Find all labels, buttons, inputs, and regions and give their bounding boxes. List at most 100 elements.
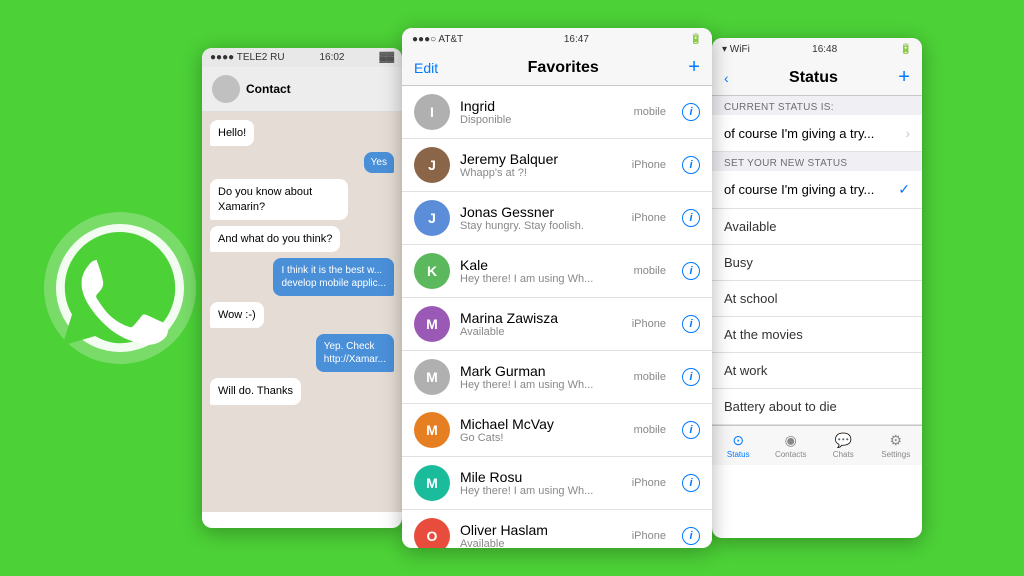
contact-status: Hey there! I am using Wh... — [460, 379, 624, 391]
back-button[interactable]: ‹ — [724, 70, 729, 86]
tab3-settings-icon: ⚙ — [889, 432, 902, 449]
phone1-carrier: ●●●● TELE2 RU — [210, 52, 285, 63]
avatar: M — [414, 412, 450, 448]
contact-status: Hey there! I am using Wh... — [460, 485, 622, 497]
message-3: Do you know about Xamarin? — [210, 179, 348, 220]
avatar: J — [414, 200, 450, 236]
phone-favorites: ●●●○ AT&T 16:47 🔋 Edit Favorites + IIngr… — [402, 28, 712, 548]
tab3-status[interactable]: ⊙ Status — [712, 430, 765, 461]
contact-status: Go Cats! — [460, 432, 624, 444]
favorites-list: I IngridDisponible mobile i J Jeremy BalquerW… — [402, 86, 712, 548]
info-icon[interactable]: i — [682, 262, 700, 280]
info-icon[interactable]: i — [682, 368, 700, 386]
contact-item[interactable]: OOliver HaslamAvailableiPhonei — [402, 510, 712, 548]
whatsapp-logo — [40, 208, 200, 368]
phone2-battery: 🔋 — [690, 34, 702, 45]
contact-item[interactable]: MMile RosuHey there! I am using Wh...iPh… — [402, 457, 712, 510]
phone3-wifi: ▾ WiFi — [722, 44, 750, 55]
info-icon[interactable]: i — [682, 527, 700, 545]
favorites-title: Favorites — [528, 59, 599, 77]
status-option-battery[interactable]: Battery about to die — [712, 389, 922, 425]
tab3-status-icon: ⊙ — [732, 432, 744, 449]
phone1-signal: ▓▓ — [379, 52, 394, 63]
phone3-time: 16:48 — [812, 44, 837, 55]
chat-contact-name: Contact — [246, 82, 291, 96]
contact-status: Disponible — [460, 114, 624, 126]
contact-name: Michael McVay — [460, 416, 624, 432]
status-options-list: Available Busy At school At the movies A… — [712, 209, 922, 425]
message-4: And what do you think? — [210, 226, 340, 252]
info-icon[interactable]: i — [682, 421, 700, 439]
tab3-chats-label: Chats — [833, 450, 854, 459]
message-5: I think it is the best w...develop mobil… — [273, 258, 394, 296]
tab3-settings[interactable]: ⚙ Settings — [870, 430, 923, 461]
message-1: Hello! — [210, 120, 254, 146]
chat-avatar — [212, 75, 240, 103]
contact-info: Jeremy BalquerWhapp's at ?! — [460, 151, 622, 179]
contact-item[interactable]: MMarina ZawiszaAvailableiPhonei — [402, 298, 712, 351]
status-content: CURRENT STATUS IS: of course I'm giving … — [712, 96, 922, 425]
contact-item[interactable]: J Jonas GessnerStay hungry. Stay foolish.… — [402, 192, 712, 245]
contact-info: Marina ZawiszaAvailable — [460, 310, 622, 338]
info-icon[interactable]: i — [682, 156, 700, 174]
message-8: Will do. Thanks — [210, 378, 301, 404]
status-option-available[interactable]: Available — [712, 209, 922, 245]
current-status-label: CURRENT STATUS IS: — [712, 96, 922, 115]
phone1-time: 16:02 — [319, 52, 344, 63]
tab3-chats[interactable]: 💬 Chats — [817, 430, 870, 461]
current-status-text: of course I'm giving a try... — [724, 126, 905, 141]
phone3-nav-bar: ‹ Status + — [712, 60, 922, 96]
avatar: M — [414, 359, 450, 395]
contact-info: Michael McVayGo Cats! — [460, 416, 624, 444]
info-icon[interactable]: i — [682, 315, 700, 333]
contact-name: Mile Rosu — [460, 469, 622, 485]
new-status-item[interactable]: of course I'm giving a try... ✓ — [712, 171, 922, 209]
contact-item[interactable]: I IngridDisponible mobile i — [402, 86, 712, 139]
avatar: I — [414, 94, 450, 130]
contact-name: Marina Zawisza — [460, 310, 622, 326]
tab3-settings-label: Settings — [881, 450, 910, 459]
status-option-movies[interactable]: At the movies — [712, 317, 922, 353]
contact-type: mobile — [634, 106, 666, 118]
current-status-item: of course I'm giving a try... › — [712, 115, 922, 152]
contact-info: Jonas GessnerStay hungry. Stay foolish. — [460, 204, 622, 232]
contact-item[interactable]: M Mark GurmanHey there! I am using Wh... m… — [402, 351, 712, 404]
avatar: J — [414, 147, 450, 183]
phone2-time: 16:47 — [564, 34, 589, 45]
checkmark-icon: ✓ — [898, 181, 910, 198]
edit-button[interactable]: Edit — [414, 60, 438, 76]
contact-status: Stay hungry. Stay foolish. — [460, 220, 622, 232]
info-icon[interactable]: i — [682, 474, 700, 492]
phone3-status-bar: ▾ WiFi 16:48 🔋 — [712, 38, 922, 60]
contact-info: Mile RosuHey there! I am using Wh... — [460, 469, 622, 497]
contact-type: iPhone — [632, 530, 666, 542]
tab3-contacts-icon: ◉ — [785, 432, 797, 449]
phone1-status-bar: ●●●● TELE2 RU 16:02 ▓▓ — [202, 48, 402, 67]
contact-item[interactable]: J Jeremy BalquerWhapp's at ?! iPhone i — [402, 139, 712, 192]
avatar: M — [414, 465, 450, 501]
info-icon[interactable]: i — [682, 103, 700, 121]
contact-name: Mark Gurman — [460, 363, 624, 379]
tab3-contacts[interactable]: ◉ Contacts — [765, 430, 818, 461]
phone3-tab-bar: ⊙ Status ◉ Contacts 💬 Chats ⚙ Settings — [712, 425, 922, 465]
contact-info: KaleHey there! I am using Wh... — [460, 257, 624, 285]
contact-status: Whapp's at ?! — [460, 167, 622, 179]
contact-name: Ingrid — [460, 98, 624, 114]
contact-status: Available — [460, 538, 622, 548]
info-icon[interactable]: i — [682, 209, 700, 227]
status-option-work[interactable]: At work — [712, 353, 922, 389]
message-2: Yes — [364, 152, 394, 173]
current-status-arrow: › — [905, 125, 910, 141]
add-status-button[interactable]: + — [898, 66, 910, 89]
contact-item[interactable]: KKaleHey there! I am using Wh...mobilei — [402, 245, 712, 298]
tab3-status-label: Status — [727, 450, 750, 459]
phone3-battery: 🔋 — [900, 44, 912, 55]
message-6: Wow :-) — [210, 302, 264, 328]
status-option-busy[interactable]: Busy — [712, 245, 922, 281]
status-option-school[interactable]: At school — [712, 281, 922, 317]
contact-type: mobile — [634, 371, 666, 383]
contact-type: iPhone — [632, 159, 666, 171]
contact-info: Mark GurmanHey there! I am using Wh... — [460, 363, 624, 391]
contact-item[interactable]: MMichael McVayGo Cats!mobilei — [402, 404, 712, 457]
add-favorite-button[interactable]: + — [688, 56, 700, 79]
